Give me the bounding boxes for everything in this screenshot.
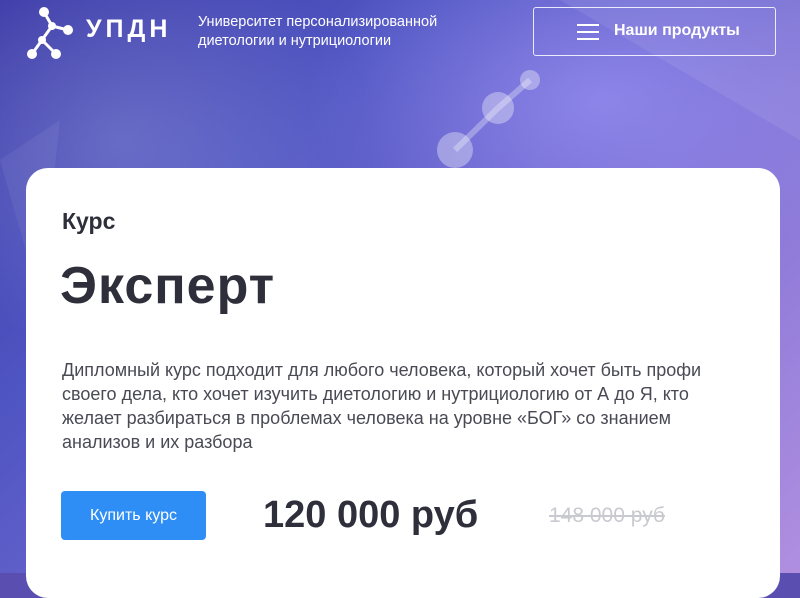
our-products-button[interactable]: Наши продукты bbox=[533, 7, 776, 56]
brand-name[interactable]: УПДН bbox=[86, 15, 171, 44]
tagline-line-2: диетологии и нутрициологии bbox=[198, 33, 392, 49]
site-header: УПДН Университет персонализированной дие… bbox=[0, 0, 800, 70]
course-eyebrow: Курс bbox=[62, 208, 116, 234]
hamburger-icon bbox=[577, 24, 599, 40]
old-price: 148 000 руб bbox=[549, 504, 665, 527]
course-card: Курс Эксперт Дипломный курс подходит для… bbox=[26, 168, 780, 598]
our-products-label: Наши продукты bbox=[614, 22, 740, 39]
current-price: 120 000 руб bbox=[263, 494, 479, 536]
course-description: Дипломный курс подходит для любого челов… bbox=[62, 360, 702, 452]
molecule-icon[interactable] bbox=[26, 4, 78, 60]
course-title: Эксперт bbox=[60, 257, 276, 315]
brand-tagline: Университет персонализированной диетолог… bbox=[198, 13, 468, 51]
buy-course-button[interactable]: Купить курс bbox=[61, 491, 206, 540]
tagline-line-1: Университет персонализированной bbox=[198, 14, 438, 30]
